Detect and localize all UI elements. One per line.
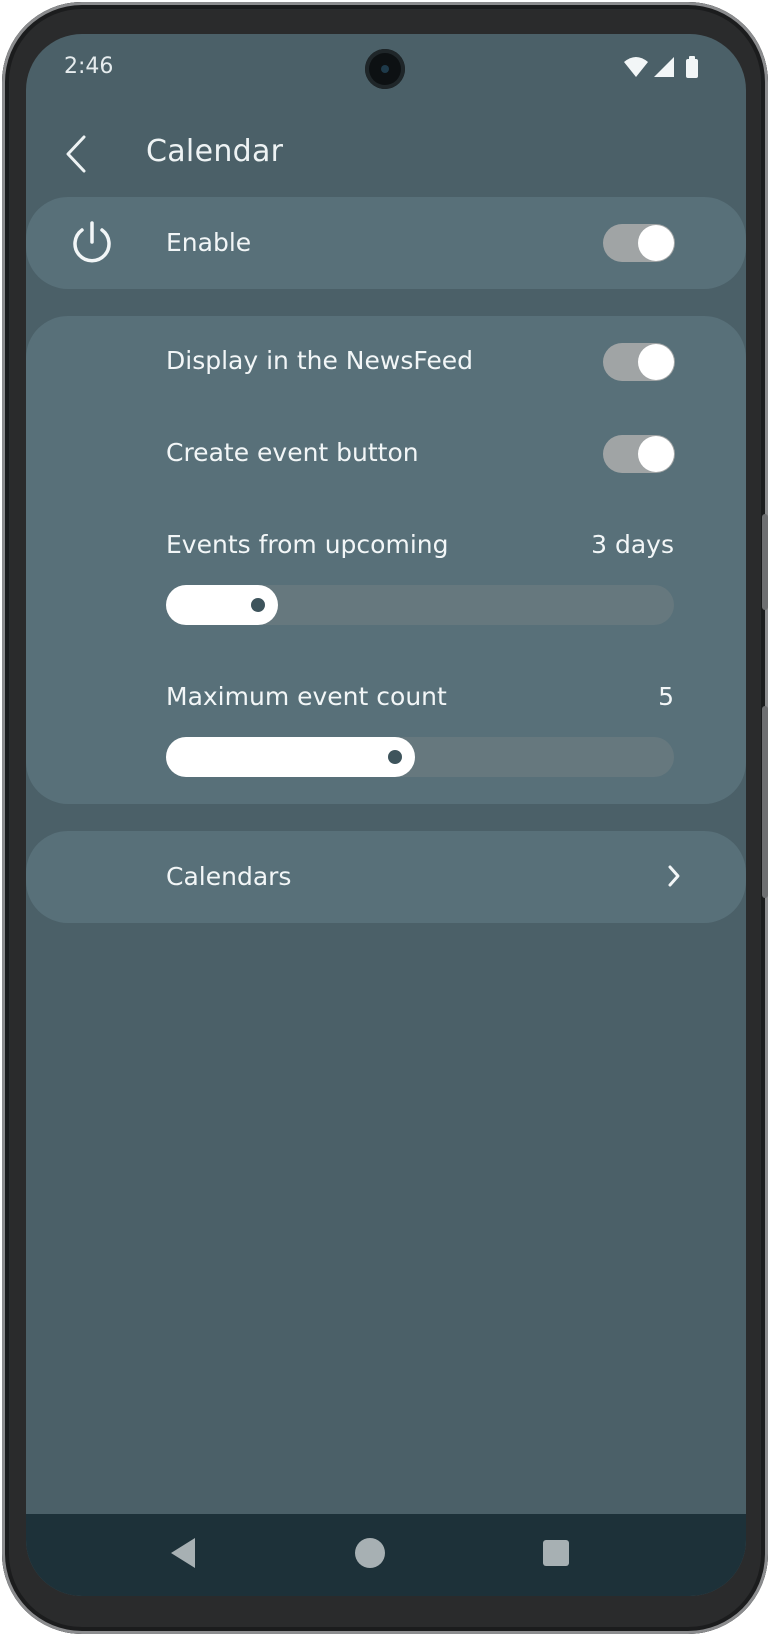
create-event-button-label: Create event button [166, 438, 419, 467]
maximum-event-count-value: 5 [658, 682, 674, 711]
power-side-button [762, 706, 768, 898]
calendars-card[interactable]: Calendars [26, 831, 746, 923]
toggle-knob [638, 436, 674, 472]
toggle-knob [638, 225, 674, 261]
slider-fill [166, 737, 415, 777]
enable-card[interactable]: Enable [26, 197, 746, 289]
wifi-icon [624, 57, 648, 77]
enable-toggle[interactable] [603, 224, 675, 262]
app-bar: Calendar [26, 124, 746, 184]
display-newsfeed-toggle[interactable] [603, 343, 675, 381]
back-triangle-icon [171, 1538, 195, 1568]
chevron-left-icon [66, 135, 86, 173]
events-from-upcoming-slider[interactable] [166, 585, 674, 625]
create-event-button-toggle[interactable] [603, 435, 675, 473]
slider-thumb[interactable] [251, 598, 265, 612]
phone-frame: 2:46 Calendar Enable Display in the News… [2, 2, 768, 1634]
maximum-event-count-label: Maximum event count [166, 682, 447, 711]
volume-button [762, 514, 768, 610]
signal-icon [654, 57, 674, 77]
nav-recents-button[interactable] [541, 1536, 571, 1574]
power-icon [73, 221, 111, 263]
events-from-upcoming-value: 3 days [591, 530, 674, 559]
nav-bar [26, 1514, 746, 1596]
nav-back-button[interactable] [168, 1536, 198, 1574]
home-circle-icon [355, 1538, 385, 1568]
screen: 2:46 Calendar Enable Display in the News… [26, 34, 746, 1596]
page-title: Calendar [146, 134, 284, 169]
calendars-label: Calendars [166, 862, 292, 891]
toggle-knob [638, 344, 674, 380]
events-from-upcoming-label: Events from upcoming [166, 530, 449, 559]
nav-home-button[interactable] [354, 1536, 386, 1574]
status-time: 2:46 [64, 54, 114, 79]
back-button[interactable] [54, 130, 98, 178]
status-icons [624, 56, 704, 80]
recents-square-icon [543, 1540, 569, 1566]
slider-thumb[interactable] [388, 750, 402, 764]
enable-label: Enable [166, 228, 252, 257]
settings-card: Display in the NewsFeed Create event but… [26, 316, 746, 804]
maximum-event-count-slider[interactable] [166, 737, 674, 777]
camera-cutout [365, 49, 405, 89]
battery-icon [686, 59, 698, 78]
display-newsfeed-label: Display in the NewsFeed [166, 346, 474, 375]
chevron-right-icon [668, 865, 680, 887]
